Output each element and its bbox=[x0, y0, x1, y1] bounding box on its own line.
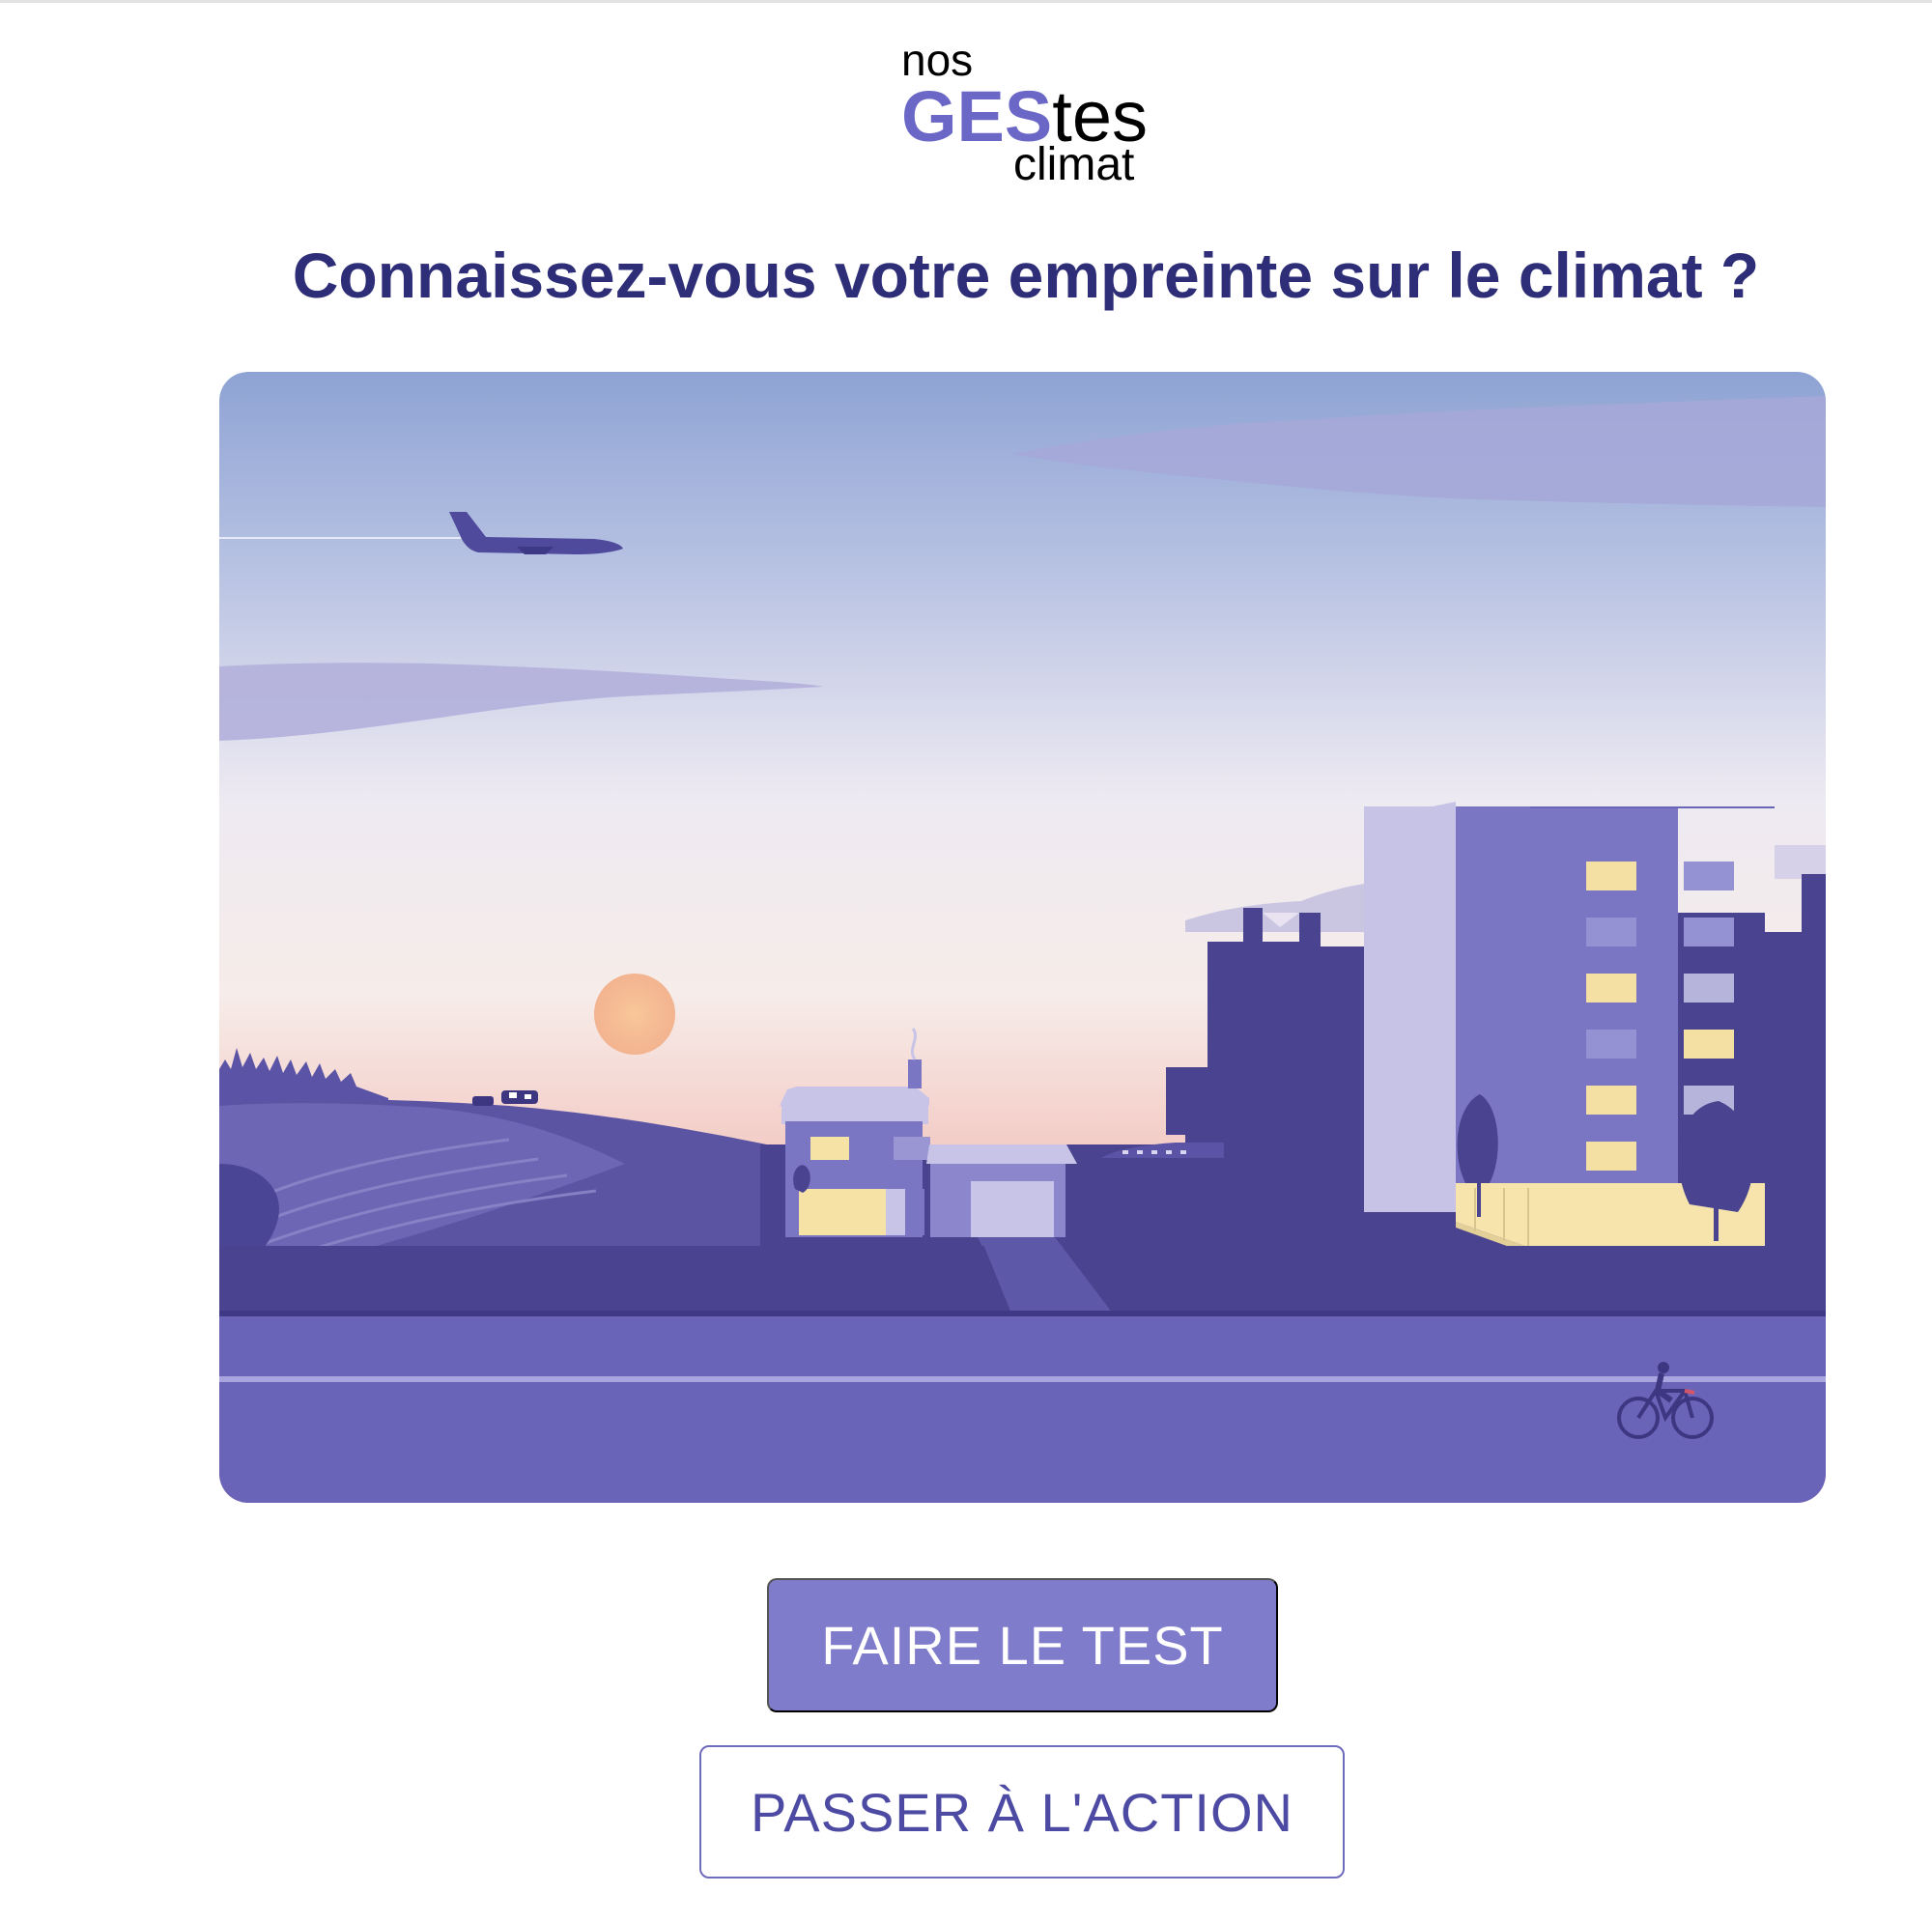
start-test-button[interactable]: FAIRE LE TEST bbox=[767, 1578, 1278, 1712]
page-title: Connaissez-vous votre empreinte sur le c… bbox=[292, 240, 1760, 311]
headline-container: Connaissez-vous votre empreinte sur le c… bbox=[224, 237, 1828, 314]
site-logo[interactable]: nos GEStes climat bbox=[894, 34, 1154, 190]
garage bbox=[926, 1144, 1077, 1237]
road-lane-line bbox=[219, 1376, 1826, 1382]
road-edge bbox=[219, 1311, 1826, 1316]
take-action-button[interactable]: PASSER À L'ACTION bbox=[699, 1745, 1345, 1879]
cloud-right-edge bbox=[1775, 845, 1826, 879]
logo-word-climat: climat bbox=[1013, 139, 1135, 190]
hero-illustration bbox=[219, 372, 1826, 1503]
landscape-scene bbox=[219, 372, 1826, 1503]
road bbox=[219, 1314, 1826, 1503]
top-divider bbox=[0, 0, 1932, 3]
sun bbox=[594, 974, 675, 1055]
